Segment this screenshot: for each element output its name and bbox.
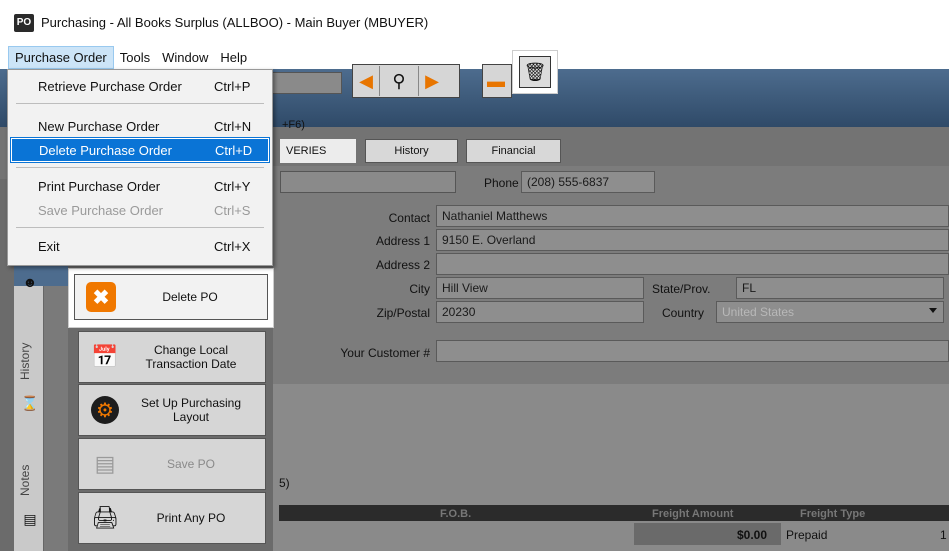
setup-layout-label: Set Up Purchasing Layout [140, 396, 242, 424]
menu-separator [16, 103, 264, 104]
customer-number-label: Your Customer # [340, 346, 430, 360]
form-icon: ▤ [94, 451, 116, 476]
menu-item-shortcut: Ctrl+X [214, 238, 251, 254]
vendor-name-field[interactable] [280, 171, 456, 193]
change-date-label: Change Local Transaction Date [145, 343, 237, 371]
city-field[interactable]: Hill View [436, 277, 644, 299]
save-po-button[interactable]: ▤ Save PO [78, 438, 266, 490]
contact-label: Contact [388, 211, 430, 225]
app-icon: PO [14, 13, 34, 32]
setup-layout-button[interactable]: ⚙ Set Up Purchasing Layout [78, 384, 266, 436]
menu-item-label: Delete Purchase Order [39, 142, 172, 158]
customer-number-field[interactable] [436, 340, 949, 362]
menu-separator [16, 167, 264, 168]
side-tab-history[interactable]: History [18, 343, 32, 380]
next-arrow-icon[interactable]: ▶ [419, 66, 445, 96]
address1-field[interactable]: 9150 E. Overland [436, 229, 949, 251]
phone-label: Phone [484, 176, 519, 190]
country-label: Country [662, 306, 705, 320]
new-button[interactable]: ▬ [482, 64, 512, 98]
zip-label: Zip/Postal [376, 306, 430, 320]
menu-item-new[interactable]: New Purchase Order Ctrl+N [11, 114, 269, 138]
save-po-label: Save PO [166, 457, 216, 471]
state-field[interactable]: FL [736, 277, 944, 299]
freight-amount-column-header: Freight Amount [652, 508, 734, 520]
zip-field[interactable]: 20230 [436, 301, 644, 323]
menu-item-retrieve[interactable]: Retrieve Purchase Order Ctrl+P [11, 74, 269, 98]
purchase-order-menu: Retrieve Purchase Order Ctrl+P New Purch… [7, 69, 273, 266]
menu-item-label: Print Purchase Order [38, 178, 161, 194]
freight-trailing-value: 1 [940, 528, 947, 542]
menu-item-print[interactable]: Print Purchase Order Ctrl+Y [11, 174, 269, 198]
address1-label: Address 1 [375, 234, 430, 248]
menu-item-label: Retrieve Purchase Order [38, 78, 182, 94]
menu-item-delete[interactable]: Delete Purchase Order Ctrl+D [10, 137, 270, 163]
city-label: City [409, 282, 430, 296]
menu-tools[interactable]: Tools [114, 47, 156, 68]
delete-x-icon: ✖ [81, 277, 121, 317]
search-hint: +F6) [282, 119, 305, 131]
delete-po-label: Delete PO [162, 290, 218, 304]
broom-icon: ▬ [487, 70, 505, 91]
trash-icon[interactable]: 🗑 [519, 56, 551, 88]
freight-amount-value: $0.00 [737, 528, 768, 542]
calendar-icon: 📅 [91, 344, 119, 369]
freight-section-title: 5) [279, 476, 290, 490]
menu-help[interactable]: Help [214, 47, 253, 68]
hourglass-icon[interactable]: ⌛ [19, 391, 41, 415]
side-tab-notes[interactable]: Notes [18, 465, 32, 496]
freight-type-value: Prepaid [786, 528, 828, 542]
state-label: State/Prov. [652, 282, 711, 296]
tab-financial[interactable]: Financial [466, 139, 561, 163]
menu-separator [16, 227, 264, 228]
menu-item-exit[interactable]: Exit Ctrl+X [11, 234, 269, 258]
fob-cell[interactable] [279, 523, 634, 545]
navigation-toolbar: ◀ ⚲ ▶ [352, 64, 460, 98]
po-number-input[interactable] [262, 72, 342, 94]
menu-item-label: New Purchase Order [38, 118, 160, 134]
menu-item-save: Save Purchase Order Ctrl+S [11, 198, 269, 222]
search-icon[interactable]: ⚲ [379, 66, 419, 96]
menu-item-shortcut: Ctrl+S [214, 202, 251, 218]
previous-arrow-icon[interactable]: ◀ [353, 66, 379, 96]
freight-type-column-header: Freight Type [800, 508, 866, 520]
menu-window[interactable]: Window [156, 47, 214, 68]
notes-icon[interactable]: ▤ [19, 507, 41, 531]
delete-toolbar-highlight: 🗑 [512, 50, 558, 94]
country-select[interactable]: United States [716, 301, 944, 323]
change-date-button[interactable]: 📅 Change Local Transaction Date [78, 331, 266, 383]
print-po-button[interactable]: 🖨 Print Any PO [78, 492, 266, 544]
menu-item-label: Exit [38, 238, 60, 254]
window-title: Purchasing - All Books Surplus (ALLBOO) … [41, 15, 429, 30]
contacts-icon[interactable]: ☻ [19, 270, 41, 294]
printer-icon: 🖨 [91, 505, 119, 530]
gear-icon: ⚙ [85, 390, 125, 430]
tab-deliveries[interactable]: VERIES [280, 139, 356, 163]
fob-column-header: F.O.B. [440, 508, 472, 520]
country-value: United States [722, 305, 795, 319]
menu-item-label: Save Purchase Order [38, 202, 164, 218]
address2-field[interactable] [436, 253, 949, 275]
menu-bar: Purchase Order Tools Window Help [0, 45, 949, 69]
delete-po-button[interactable]: ✖ Delete PO [74, 274, 268, 320]
menu-item-shortcut: Ctrl+P [214, 78, 251, 94]
menu-item-shortcut: Ctrl+D [215, 142, 253, 158]
phone-field[interactable]: (208) 555-6837 [521, 171, 655, 193]
menu-purchase-order[interactable]: Purchase Order [8, 45, 114, 69]
menu-item-shortcut: Ctrl+N [214, 118, 252, 134]
chevron-down-icon [929, 308, 937, 313]
contact-field[interactable]: Nathaniel Matthews [436, 205, 949, 227]
menu-item-shortcut: Ctrl+Y [214, 178, 251, 194]
address2-label: Address 2 [375, 258, 430, 272]
title-bar: PO Purchasing - All Books Surplus (ALLBO… [0, 0, 949, 45]
print-po-label: Print Any PO [156, 511, 226, 525]
tab-history[interactable]: History [365, 139, 458, 163]
